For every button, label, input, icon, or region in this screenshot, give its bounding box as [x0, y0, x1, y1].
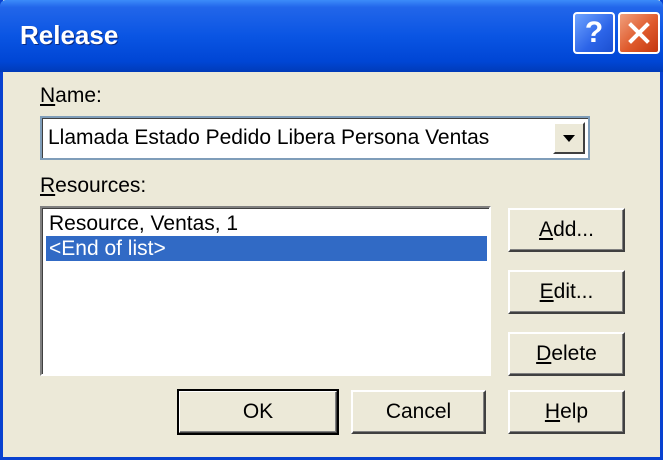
title-bar[interactable]: Release ? — [0, 0, 663, 72]
close-icon — [628, 22, 650, 44]
chevron-down-icon — [563, 134, 575, 142]
ok-button[interactable]: OK — [177, 389, 339, 435]
help-mnemonic: H — [544, 400, 561, 423]
add-button[interactable]: Add... — [508, 208, 625, 252]
add-rest: dd... — [553, 218, 594, 241]
window-title: Release — [20, 20, 119, 50]
close-button[interactable] — [618, 12, 660, 54]
resources-label: Resources: — [40, 174, 146, 198]
name-dropdown-button[interactable] — [553, 122, 585, 154]
release-dialog: Release ? Name: Llamada Estado Pedido Li… — [0, 0, 663, 460]
edit-rest: dit... — [553, 280, 594, 303]
name-combobox[interactable]: Llamada Estado Pedido Libera Persona Ven… — [40, 116, 590, 160]
question-mark-icon: ? — [584, 16, 604, 49]
cancel-button[interactable]: Cancel — [351, 390, 486, 434]
resources-listbox[interactable]: Resource, Ventas, 1 <End of list> — [40, 206, 491, 376]
name-label-mnemonic: N — [40, 84, 56, 107]
delete-mnemonic: D — [536, 342, 552, 365]
help-button[interactable]: Help — [508, 390, 625, 434]
add-mnemonic: A — [539, 218, 554, 241]
list-item[interactable]: Resource, Ventas, 1 — [46, 211, 487, 236]
list-item-end-of-list[interactable]: <End of list> — [46, 236, 487, 261]
edit-button[interactable]: Edit... — [508, 270, 625, 314]
help-rest: elp — [560, 400, 589, 423]
name-combobox-value: Llamada Estado Pedido Libera Persona Ven… — [48, 126, 490, 149]
delete-button[interactable]: Delete — [508, 332, 625, 376]
name-label: Name: — [40, 84, 102, 108]
help-title-button[interactable]: ? — [573, 12, 615, 54]
edit-mnemonic: E — [539, 280, 554, 303]
name-label-rest: ame: — [55, 84, 102, 107]
resources-label-rest: esources: — [55, 174, 147, 197]
delete-rest: elete — [551, 342, 597, 365]
resources-label-mnemonic: R — [40, 174, 56, 197]
